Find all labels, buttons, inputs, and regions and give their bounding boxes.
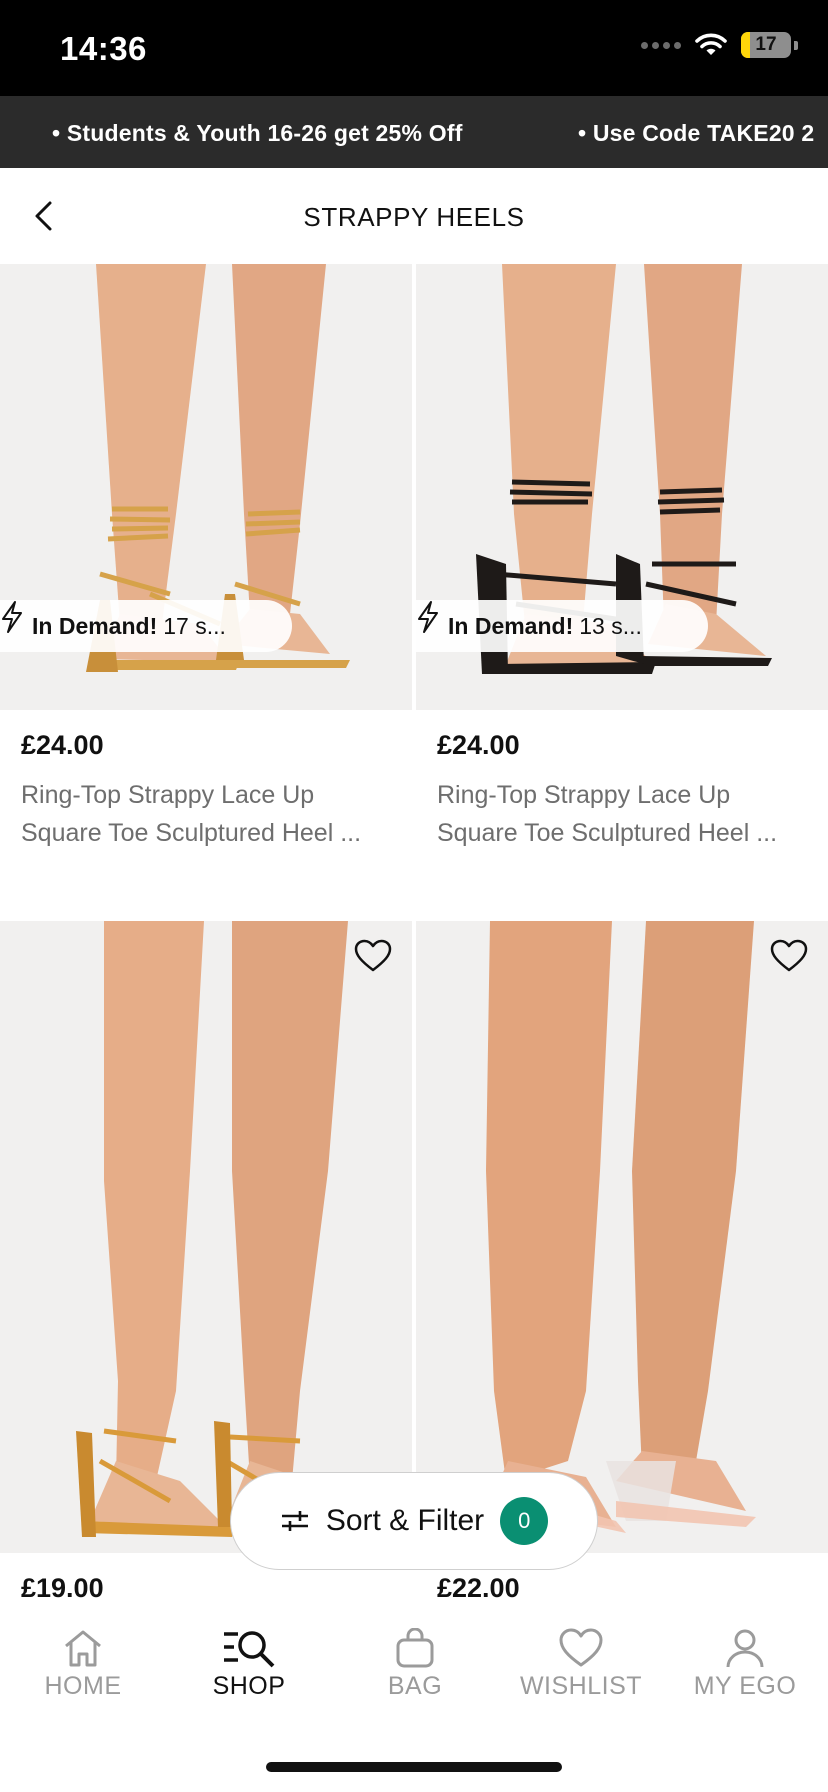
tab-wishlist[interactable]: WISHLIST — [498, 1628, 664, 1701]
page-header: STRAPPY HEELS — [0, 168, 828, 264]
in-demand-label: In Demand! — [448, 612, 574, 639]
product-image[interactable] — [416, 921, 828, 1553]
in-demand-count: 17 s... — [163, 612, 226, 639]
filter-count-badge: 0 — [500, 1497, 549, 1545]
wifi-icon — [695, 33, 727, 55]
battery-icon: 17 — [741, 32, 791, 58]
sort-filter-button[interactable]: Sort & Filter 0 — [230, 1472, 598, 1570]
heart-icon — [559, 1628, 603, 1667]
product-card[interactable]: In Demand! 17 s... £24.00 Ring-Top Strap… — [0, 264, 412, 920]
product-price: £24.00 — [21, 730, 104, 760]
heart-icon — [770, 939, 808, 972]
product-name-line1: Ring-Top Strappy Lace Up — [437, 781, 731, 809]
status-time: 14:36 — [60, 30, 147, 67]
tab-wishlist-label: WISHLIST — [519, 1672, 643, 1700]
in-demand-label: In Demand! — [32, 612, 158, 639]
signal-icon — [641, 41, 681, 49]
product-price: £24.00 — [437, 730, 520, 760]
tab-bag-label: BAG — [387, 1672, 443, 1700]
product-name[interactable]: Ring-Top Strappy Lace Up Square Toe Scul… — [21, 776, 401, 852]
home-indicator — [266, 1762, 562, 1772]
tab-bag[interactable]: BAG — [332, 1628, 498, 1701]
battery-percentage: 17 — [755, 34, 777, 55]
tab-shop-label: SHOP — [212, 1672, 286, 1700]
promo-ticker[interactable]: • Students & Youth 16-26 get 25% Off • U… — [0, 96, 828, 168]
product-image[interactable] — [0, 921, 412, 1553]
heart-icon — [354, 939, 392, 972]
product-card[interactable]: In Demand! 13 s... £24.00 Ring-Top Strap… — [416, 264, 828, 920]
home-icon — [65, 1630, 101, 1667]
shop-search-icon — [224, 1631, 275, 1668]
product-name-line2: Square Toe Sculptured Heel ... — [437, 819, 778, 847]
wishlist-button[interactable] — [354, 939, 394, 979]
wishlist-button[interactable] — [770, 939, 810, 979]
status-indicators: 17 — [641, 32, 798, 58]
tab-my-ego-label: MY EGO — [693, 1672, 797, 1700]
product-price: £22.00 — [437, 1573, 520, 1603]
product-name-line2: Square Toe Sculptured Heel ... — [21, 819, 362, 847]
promo-item-students[interactable]: • Students & Youth 16-26 get 25% Off — [52, 120, 463, 147]
in-demand-badge: In Demand! 13 s... — [416, 600, 708, 652]
sort-filter-label: Sort & Filter — [325, 1504, 485, 1537]
status-bar: 14:36 17 — [0, 0, 828, 96]
product-image[interactable]: In Demand! 17 s... — [0, 264, 412, 710]
tab-home-label: HOME — [44, 1672, 122, 1700]
page-title: STRAPPY HEELS — [303, 202, 525, 232]
tab-my-ego[interactable]: MY EGO — [662, 1628, 828, 1701]
battery-cap — [794, 40, 798, 50]
tab-home[interactable]: HOME — [0, 1628, 166, 1701]
in-demand-badge: In Demand! 17 s... — [0, 600, 292, 652]
promo-item-code[interactable]: • Use Code TAKE20 2 — [578, 120, 814, 147]
person-icon — [726, 1629, 764, 1668]
tab-shop[interactable]: SHOP — [166, 1628, 332, 1701]
product-photo-legs — [416, 921, 828, 1553]
product-photo-legs — [0, 921, 412, 1553]
product-price: £19.00 — [21, 1573, 104, 1603]
product-name[interactable]: Ring-Top Strappy Lace Up Square Toe Scul… — [437, 776, 817, 852]
product-name-line1: Ring-Top Strappy Lace Up — [21, 781, 315, 809]
in-demand-count: 13 s... — [579, 612, 642, 639]
filter-sliders-icon — [281, 1511, 308, 1531]
product-image[interactable]: In Demand! 13 s... — [416, 264, 828, 710]
bag-icon — [396, 1628, 434, 1668]
